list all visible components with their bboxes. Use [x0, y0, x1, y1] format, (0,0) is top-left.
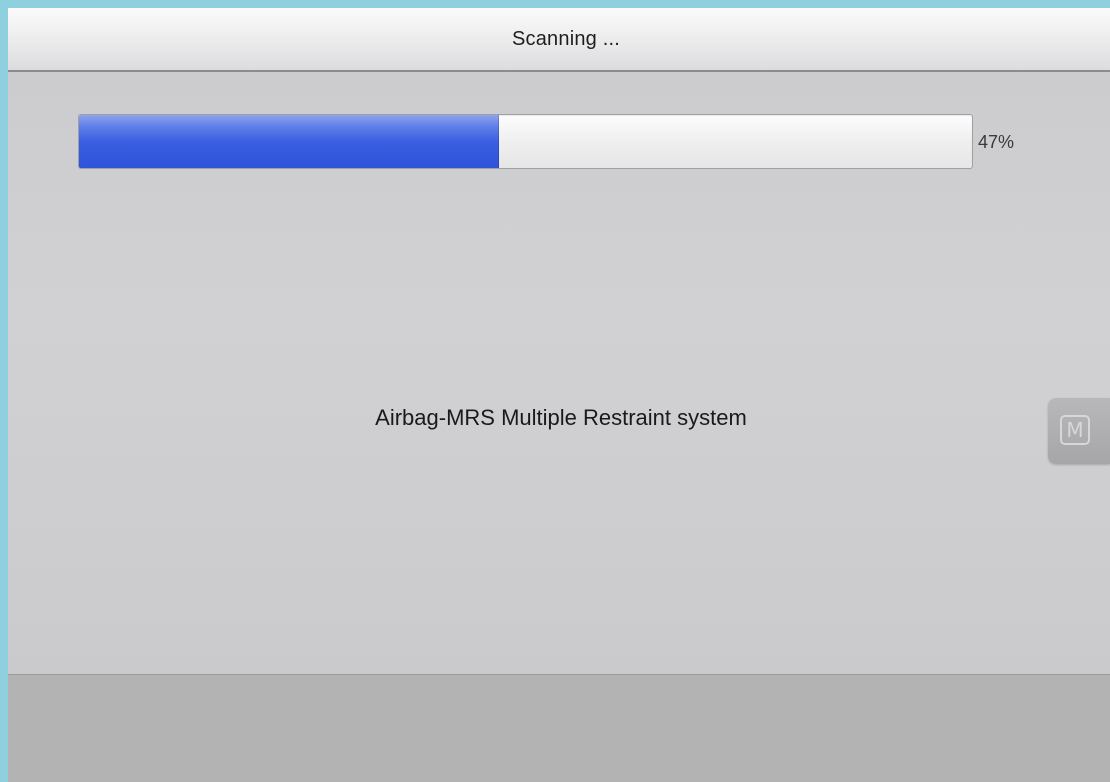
scan-progress-bar [78, 114, 973, 169]
progress-percent: 47% [978, 132, 1015, 152]
scan-screen: Scanning ... 47% Airbag-MRS Multiple Res… [8, 8, 1110, 782]
current-system-label: Airbag-MRS Multiple Restraint system [375, 405, 747, 430]
scan-progress-fill [79, 115, 499, 168]
title-bar: Scanning ... [8, 8, 1110, 72]
side-menu-button[interactable]: M [1048, 398, 1110, 464]
page-title: Scanning ... [511, 27, 621, 50]
bottom-toolbar [8, 674, 1110, 782]
m-icon: M [1060, 415, 1090, 445]
